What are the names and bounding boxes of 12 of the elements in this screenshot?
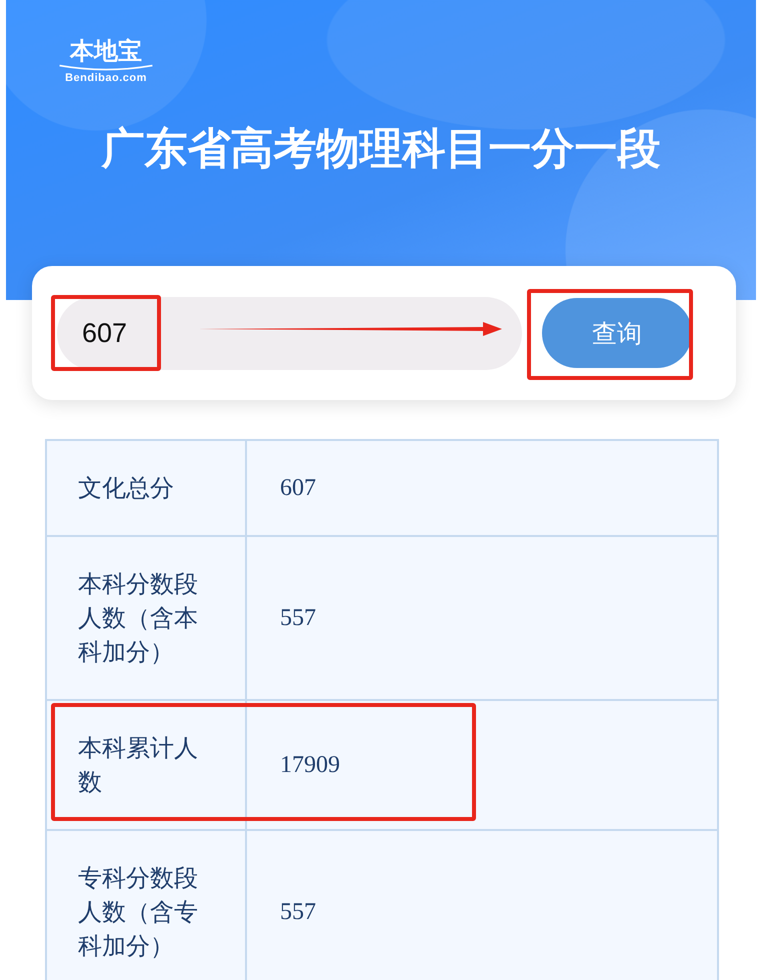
row-label: 本科分数段人数（含本科加分）	[47, 537, 247, 699]
query-button[interactable]: 查询	[542, 298, 692, 368]
row-value: 607	[279, 474, 317, 502]
row-label: 专科分数段人数（含专科加分）	[47, 831, 247, 980]
row-label: 本科累计人数	[47, 701, 247, 829]
row-value: 557	[279, 898, 317, 926]
row-label: 文化总分	[47, 441, 247, 535]
row-value: 557	[279, 604, 317, 632]
logo[interactable]: 本地宝 Bendibao.com	[48, 38, 164, 84]
search-field[interactable]: 607	[57, 296, 522, 370]
row-value: 17909	[279, 750, 341, 780]
page-title: 广东省高考物理科目一分一段	[100, 123, 662, 176]
